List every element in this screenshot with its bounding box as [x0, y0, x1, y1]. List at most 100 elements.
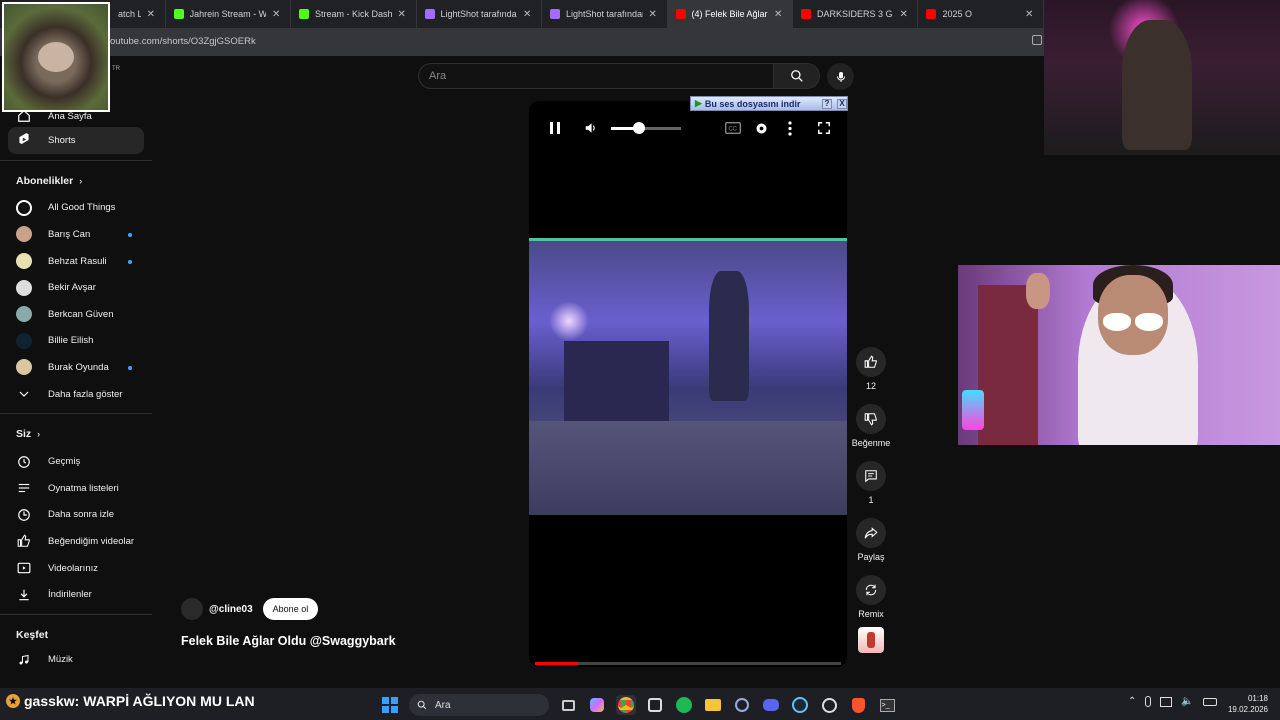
you-heading-label: Siz — [16, 428, 32, 441]
subscriptions-heading[interactable]: Abonelikler › — [0, 167, 152, 195]
sidebar-item-watch-later[interactable]: Daha sonra izle — [8, 502, 144, 529]
you-list: Geçmiş Oynatma listeleri Daha sonra izle Be… — [0, 448, 152, 608]
playlist-icon — [16, 480, 32, 496]
tab-close-icon[interactable]: ✕ — [774, 9, 784, 20]
battery-icon[interactable] — [1202, 697, 1217, 706]
sidebar-item-label: Shorts — [48, 134, 76, 146]
chrome-icon[interactable] — [616, 695, 636, 715]
liked-videos-icon — [16, 533, 32, 549]
tab-close-icon[interactable]: ✕ — [649, 9, 659, 20]
fullscreen-icon[interactable] — [817, 121, 831, 135]
app-window-icon[interactable] — [645, 695, 665, 715]
obs-icon[interactable] — [819, 695, 839, 715]
captions-icon[interactable]: CC — [725, 121, 741, 135]
tab-close-icon[interactable]: ✕ — [398, 9, 408, 20]
settings-icon[interactable] — [754, 121, 769, 136]
volume-slider[interactable] — [611, 122, 681, 134]
brave-icon[interactable] — [848, 695, 868, 715]
chevron-right-icon: › — [79, 175, 83, 186]
help-button[interactable]: ? — [822, 98, 832, 109]
url-text[interactable]: outube.com/shorts/O3ZgjGSOERk — [110, 36, 256, 47]
tab-close-icon[interactable]: ✕ — [899, 9, 909, 20]
voice-search-button[interactable] — [827, 63, 854, 90]
video-progress-bar[interactable] — [535, 662, 841, 665]
tab-close-icon[interactable]: ✕ — [272, 9, 282, 20]
share-button[interactable] — [856, 518, 886, 548]
windows-start-icon[interactable] — [380, 695, 400, 715]
sidebar-item-label: Behzat Rasuli — [48, 255, 107, 267]
spotify-icon[interactable] — [674, 695, 694, 715]
sidebar-item-subscription[interactable]: Barış Can — [8, 221, 144, 248]
copilot-icon[interactable] — [587, 695, 607, 715]
sidebar-item-music[interactable]: Müzik — [8, 649, 144, 671]
sidebar-item-subscription[interactable]: All Good Things — [8, 195, 144, 222]
dislike-label: Beğenme — [851, 438, 891, 448]
sidebar-item-subscription[interactable]: Behzat Rasuli — [8, 248, 144, 275]
browser-tab[interactable]: (4) Felek Bile Ağlar Ol ✕ — [667, 0, 793, 28]
dislike-button[interactable] — [856, 404, 886, 434]
video-frame — [529, 238, 847, 515]
subscribe-button[interactable]: Abone ol — [262, 598, 319, 620]
browser-tab[interactable]: Stream - Kick Dashbo ✕ — [291, 0, 417, 28]
sidebar-divider — [0, 413, 152, 415]
sidebar-item-subscription[interactable]: Billie Eilish — [8, 328, 144, 355]
sidebar-divider — [0, 613, 152, 615]
speaker-icon[interactable]: 🔈 — [1181, 696, 1193, 707]
comments-button[interactable] — [856, 461, 886, 491]
thumbs-down-icon — [864, 413, 877, 426]
search-icon — [790, 70, 803, 82]
network-app-icon[interactable] — [732, 695, 752, 715]
browser-tab[interactable]: 2025 O ✕ — [918, 0, 1044, 28]
sidebar-item-subscription[interactable]: Berkcan Güven — [8, 301, 144, 328]
player-controls: CC — [529, 111, 847, 143]
sidebar-item-your-videos[interactable]: Videolarınız — [8, 555, 144, 582]
sound-thumbnail[interactable] — [858, 627, 884, 653]
sidebar-item-subscription[interactable]: Bekir Avşar — [8, 274, 144, 301]
file-explorer-icon[interactable] — [703, 695, 723, 715]
tab-close-icon[interactable]: ✕ — [523, 9, 533, 20]
microphone-tray-icon[interactable] — [1145, 696, 1152, 707]
taskbar-search[interactable]: Ara — [409, 694, 549, 716]
chevron-up-icon[interactable]: ⌃ — [1128, 696, 1136, 707]
pause-icon[interactable] — [549, 121, 561, 135]
taskbar-clock[interactable]: 01:18 19.02.2026 — [1228, 693, 1268, 715]
network-icon[interactable] — [1160, 696, 1173, 707]
terminal-icon[interactable]: >_ — [877, 695, 897, 715]
search-input[interactable]: Ara — [418, 63, 774, 89]
cast-icon[interactable] — [1032, 35, 1042, 45]
browser-tab[interactable]: LightShot tarafından Ekra ✕ — [542, 0, 668, 28]
search-button[interactable] — [774, 63, 820, 89]
sidebar-item-playlist[interactable]: Oynatma listeleri — [8, 475, 144, 502]
sidebar-item-label: Billie Eilish — [48, 335, 94, 347]
address-bar[interactable]: outube.com/shorts/O3ZgjGSOERk — [0, 28, 1044, 56]
channel-avatar[interactable] — [181, 598, 203, 620]
tab-close-icon[interactable]: ✕ — [1025, 9, 1035, 20]
share-label: Paylaş — [857, 552, 885, 562]
like-button[interactable] — [856, 347, 886, 377]
volume-knob[interactable] — [633, 122, 645, 134]
channel-handle[interactable]: @cline03 — [209, 604, 253, 615]
more-vert-icon[interactable] — [787, 121, 793, 136]
browser-tab[interactable]: DARKSIDERS 3 Gameplay ✕ — [793, 0, 919, 28]
steam-icon[interactable] — [790, 695, 810, 715]
tab-favicon-icon — [299, 9, 310, 19]
tab-close-icon[interactable]: ✕ — [147, 9, 157, 20]
shorts-video-player[interactable]: CC — [529, 101, 847, 667]
show-more-button[interactable]: Daha fazla göster — [8, 381, 144, 408]
task-view-icon[interactable] — [558, 695, 578, 715]
you-heading[interactable]: Siz › — [0, 420, 152, 448]
sidebar-item-liked-videos[interactable]: Beğendiğim videolar — [8, 528, 144, 555]
browser-tab[interactable]: atch Live ✕ — [110, 0, 166, 28]
volume-icon[interactable] — [584, 121, 598, 135]
browser-tab[interactable]: Jahrein Stream - Watch Li ✕ — [166, 0, 292, 28]
remix-button[interactable] — [856, 575, 886, 605]
discord-icon[interactable] — [761, 695, 781, 715]
sidebar-item-download[interactable]: İndirilenler — [8, 581, 144, 608]
sound-download-bar[interactable]: ▶ Bu ses dosyasını indir ? X — [690, 96, 848, 111]
browser-tab[interactable]: LightShot tarafından Ekra ✕ — [417, 0, 543, 28]
taskbar-search-label: Ara — [435, 699, 451, 711]
sidebar-item-history[interactable]: Geçmiş — [8, 448, 144, 475]
sidebar-item-shorts[interactable]: Shorts — [8, 127, 144, 154]
sidebar-item-subscription[interactable]: Burak Oyunda — [8, 354, 144, 381]
close-button[interactable]: X — [837, 98, 847, 109]
